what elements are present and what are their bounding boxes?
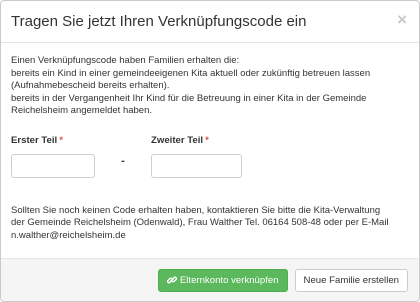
note-line: der Gemeinde Reichelsheim (Odenwald), Fr… [11, 217, 389, 229]
dialog-header: Tragen Sie jetzt Ihren Verknüpfungscode … [1, 1, 419, 43]
code-input-row: Erster Teil * - Zweiter Teil * [11, 135, 409, 178]
intro-line: Einen Verknüpfungscode haben Familien er… [11, 55, 240, 66]
intro-line: Reichelsheim angemeldet haben. [11, 105, 153, 117]
note-email: n.walther@reichelsheim.de [11, 229, 126, 241]
second-part-field: Zweiter Teil * [151, 135, 242, 178]
dialog-title: Tragen Sie jetzt Ihren Verknüpfungscode … [11, 13, 307, 30]
intro-line: bereits ein Kind in einer gemeindeeigene… [11, 67, 371, 79]
required-marker: * [205, 134, 209, 146]
code-separator: - [121, 154, 125, 167]
link-code-dialog: Tragen Sie jetzt Ihren Verknüpfungscode … [0, 0, 420, 302]
link-icon [166, 275, 177, 285]
first-part-input[interactable] [11, 153, 95, 178]
intro-line: (Aufnahmebescheid bereits erhalten). [11, 80, 170, 92]
intro-line: bereits in der Vergangenheit Ihr Kind fü… [11, 92, 367, 104]
contact-note: Sollten Sie noch keinen Code erhalten ha… [11, 205, 409, 243]
first-part-field: Erster Teil * [11, 135, 95, 178]
note-line: Sollten Sie noch keinen Code erhalten ha… [11, 204, 381, 216]
link-parent-account-button[interactable]: Elternkonto verknüpfen [157, 268, 288, 292]
close-icon[interactable]: × [397, 11, 407, 28]
intro-text: Einen Verknüpfungscode haben Familien er… [11, 55, 409, 118]
second-part-label: Zweiter Teil * [151, 135, 242, 148]
required-marker: * [59, 134, 63, 146]
create-new-family-button[interactable]: Neue Familie erstellen [294, 268, 408, 292]
first-part-label-text: Erster Teil [11, 134, 58, 146]
second-part-input[interactable] [151, 153, 242, 178]
link-parent-account-label: Elternkonto verknüpfen [179, 274, 279, 286]
first-part-label: Erster Teil * [11, 135, 95, 148]
dialog-body: Einen Verknüpfungscode haben Familien er… [1, 43, 419, 242]
second-part-label-text: Zweiter Teil [151, 134, 204, 146]
dialog-footer: Elternkonto verknüpfen Neue Familie erst… [1, 258, 419, 301]
